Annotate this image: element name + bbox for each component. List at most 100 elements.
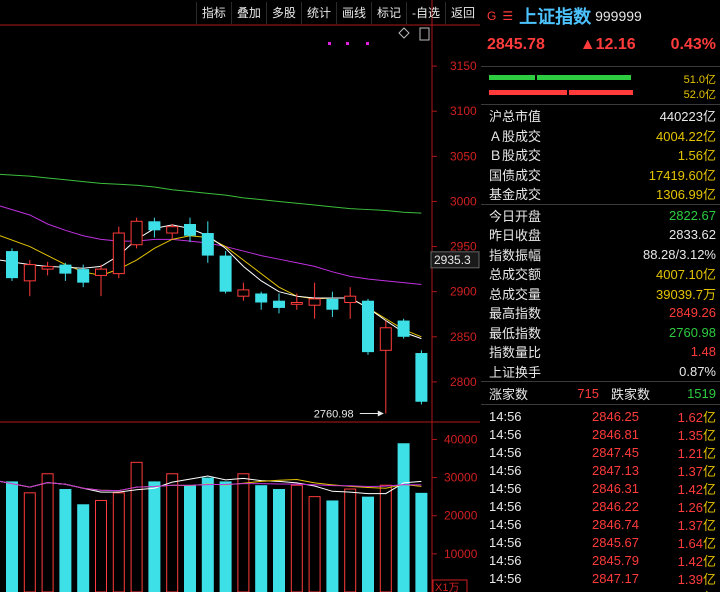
tick-volume: 1.26亿 [639, 497, 716, 516]
candle-body-up [379, 327, 392, 351]
volume-bar-up [379, 484, 392, 592]
toolbar-button[interactable]: 画线 [335, 2, 371, 24]
price-tick-label: 3150 [450, 59, 477, 73]
chart-toolbar: 指标 叠加 多股 统计 画线 标记 -自选 返回 [195, 2, 480, 24]
row-label: 指数量比 [489, 345, 542, 361]
tick-volume: 1.39亿 [639, 569, 716, 588]
bar-segment [489, 75, 535, 80]
toolbar-button[interactable]: 叠加 [230, 2, 266, 24]
tick-volume: 1.21亿 [639, 443, 716, 462]
menu-icon[interactable]: ☰ [502, 9, 513, 23]
bar-segment [537, 75, 631, 80]
tick-row: 14:56 2847.17 1.39亿 [481, 569, 720, 587]
price-tick-label: 3050 [450, 149, 477, 163]
row-value: 0.87% [679, 363, 716, 379]
tick-volume-value: 1.37 [677, 463, 703, 479]
bar-segment [489, 90, 567, 95]
tick-price: 2845.67 [592, 534, 639, 550]
g-icon[interactable]: G [487, 9, 496, 23]
market-row: 基金成交 1306.99亿 [481, 184, 720, 204]
tick-volume: 1.64亿 [639, 533, 716, 552]
tick-time: 14:56 [489, 426, 522, 442]
volume-bar-down [219, 481, 232, 592]
row-label: 总成交量 [489, 286, 542, 302]
tick-row: 14:56 2846.81 1.35亿 [481, 425, 720, 443]
price-row: 2845.78 ▲12.16 0.43% [481, 32, 720, 58]
candle-body-down [201, 233, 214, 256]
tick-row: 14:56 2846.22 1.26亿 [481, 497, 720, 515]
stats-row: 指数振幅 88.28/3.12% [481, 245, 720, 265]
tick-volume: 1.62亿 [639, 407, 716, 426]
stats-row: 总成交额 4007.10亿 [481, 264, 720, 284]
toolbar-button[interactable]: 指标 [195, 2, 231, 24]
tick-volume-value: 1.39 [677, 571, 703, 587]
diamond-icon [398, 27, 410, 39]
volume-bar-down [397, 443, 410, 592]
arrow-head-icon [377, 410, 384, 417]
window-icon [419, 27, 430, 41]
tick-volume: 1.42亿 [639, 551, 716, 570]
moving-average-lines [0, 173, 422, 340]
tick-row: 14:56 2847.13 1.37亿 [481, 461, 720, 479]
current-price-label: 2935.3 [434, 253, 471, 267]
tick-volume-value: 1.35 [677, 427, 703, 443]
toolbar-button[interactable]: 统计 [300, 2, 336, 24]
kline-chart-area[interactable]: 3150 3100 3050 3000 2950 2900 2850 2800 2935.3 4… [0, 0, 480, 592]
advance-label: 涨家数 [489, 386, 529, 402]
candle-body-up [344, 295, 357, 304]
volume-tick-label: 10000 [444, 547, 478, 561]
row-label: 指数振幅 [489, 247, 542, 263]
candle-body-up [308, 298, 321, 306]
row-value: 1.48 [690, 344, 716, 360]
volume-bar-up [41, 473, 54, 592]
candle-body-down [6, 251, 18, 279]
tick-row: 14:56 2845.79 1.42亿 [481, 551, 720, 569]
row-value: 2849.26 [669, 305, 716, 321]
kline-chart[interactable]: 315031003050300029502900285028002935.3 4… [0, 0, 480, 592]
candle-body-up [166, 226, 179, 234]
tick-volume: 1.42亿 [639, 479, 716, 498]
last-price: 2845.78 [487, 36, 545, 53]
price-tick-label: 3000 [450, 194, 477, 208]
row-label: 基金成交 [489, 187, 542, 203]
row-value: 4004.22亿 [656, 128, 716, 144]
tick-row: 14:56 2846.31 1.42亿 [481, 479, 720, 497]
tick-price: 2846.22 [592, 498, 639, 514]
toolbar-button[interactable]: 多股 [265, 2, 301, 24]
toolbar-button[interactable]: 返回 [444, 2, 480, 24]
annotations: 2760.98 [314, 27, 430, 420]
candle-body-down [219, 255, 232, 292]
price-tick-label: 2800 [450, 375, 477, 389]
price-tick-label: 2900 [450, 285, 477, 299]
tick-time: 14:56 [489, 480, 522, 496]
sell-strength-bar: 52.0亿 [481, 85, 720, 101]
row-label: Ａ股成交 [489, 128, 542, 144]
tick-volume-value: 1.21 [677, 445, 703, 461]
advance-count: 715 [577, 385, 599, 401]
tick-volume: 1.35亿 [639, 425, 716, 444]
tick-row: 14:56 2846.25 1.62亿 [481, 407, 720, 425]
volume-bar-down [362, 496, 374, 592]
volume-bar-down [59, 489, 72, 592]
row-value: 2822.67 [669, 207, 716, 223]
volume-bar-down [326, 500, 339, 592]
tick-list[interactable]: 14:56 2846.25 1.62亿 14:56 2846.81 1.35亿 14:56 2… [481, 405, 720, 592]
candle-body-down [184, 224, 196, 236]
toolbar-button[interactable]: 标记 [370, 2, 406, 24]
market-row: Ｂ股成交 1.56亿 [481, 145, 720, 165]
volume-unit-label: X1万 [435, 582, 459, 592]
tick-unit: 亿 [702, 535, 716, 551]
candle-body-down [255, 293, 268, 303]
toolbar-button[interactable]: -自选 [405, 2, 445, 24]
tick-time: 14:56 [489, 589, 563, 592]
volume-bar-up [112, 492, 125, 592]
candles [6, 217, 428, 414]
volume-bar-down [148, 481, 161, 592]
tick-price: 2847.17 [592, 570, 639, 586]
market-summary: 沪总市值 440223亿 Ａ股成交 4004.22亿 Ｂ股成交 1.56亿 国债成交 1741… [481, 105, 720, 204]
bar-segment [569, 90, 633, 95]
row-label: 上证换手 [489, 364, 542, 380]
stats-row: 上证换手 0.87% [481, 362, 720, 382]
volume-bar-down [255, 485, 268, 592]
row-label: 沪总市值 [489, 109, 542, 125]
